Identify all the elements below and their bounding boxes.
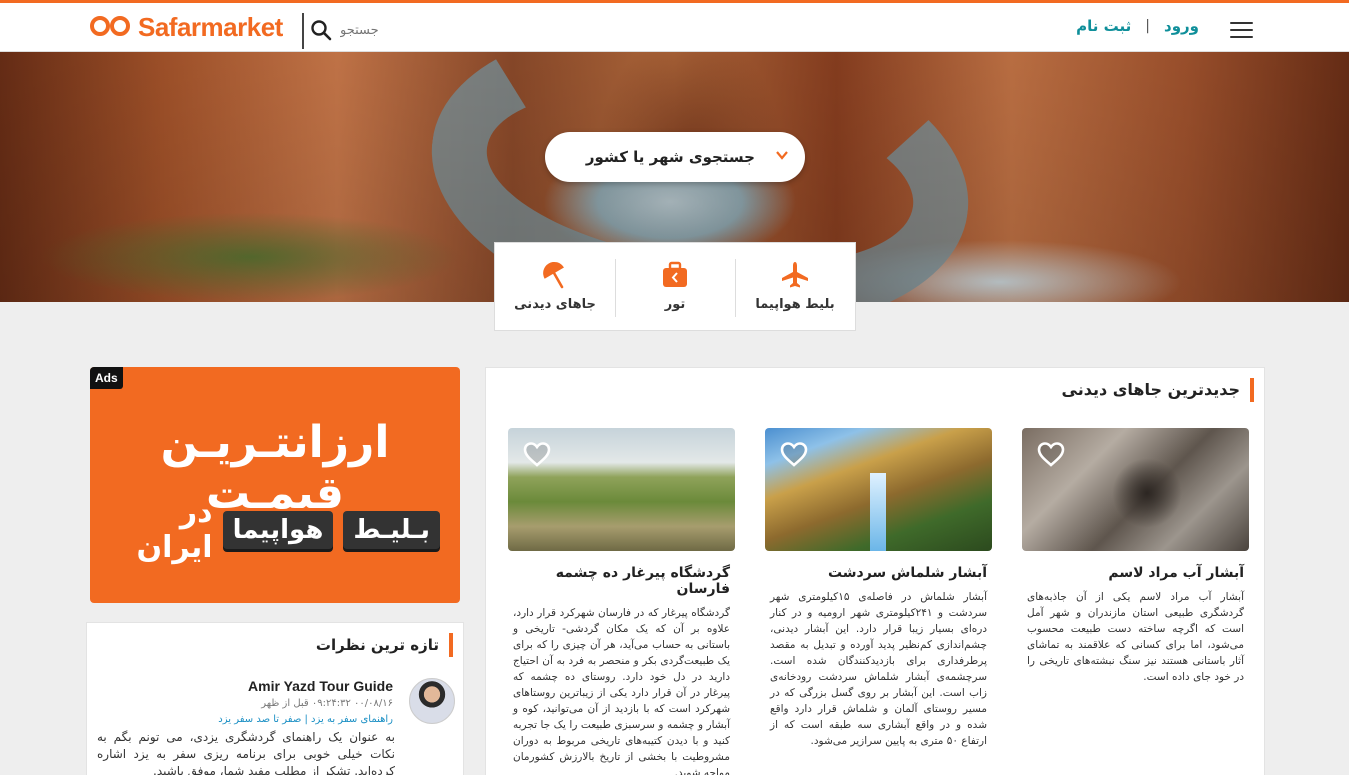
heart-icon[interactable]	[779, 440, 809, 468]
search-icon[interactable]	[310, 19, 332, 41]
places-title: جدیدترین جاهای دیدنی	[1062, 378, 1254, 402]
service-tour[interactable]: تور	[615, 243, 735, 330]
heart-icon[interactable]	[522, 440, 552, 468]
search-divider	[302, 13, 304, 49]
comments-title: تازه ترین نظرات	[316, 633, 453, 657]
ads-pill-ticket: بـلیـط	[343, 511, 440, 549]
latest-comments-panel: تازه ترین نظرات Amir Yazd Tour Guide ۰۰/…	[86, 622, 464, 775]
umbrella-icon	[540, 261, 570, 289]
service-flight-label: بلیط هواپیما	[755, 297, 835, 312]
ads-subline: بـلیـط هواپیما در ایران	[110, 495, 440, 565]
login-link[interactable]: ورود	[1164, 17, 1199, 35]
place-image[interactable]	[1022, 428, 1249, 551]
service-sights[interactable]: جاهای دیدنی	[495, 243, 615, 330]
place-title[interactable]: آبشار شلماش سردشت	[765, 565, 992, 581]
place-title[interactable]: آبشار آب مراد لاسم	[1022, 565, 1249, 581]
airplane-icon	[780, 261, 810, 289]
comment-time: ۰۰/۰۸/۱۶ ۰۹:۲۴:۳۲ قبل از ظهر	[261, 698, 393, 709]
place-image[interactable]	[765, 428, 992, 551]
safarmarket-logo[interactable]: Safarmarket	[90, 12, 283, 42]
place-title[interactable]: گردشگاه پیرغار ده چشمه فارسان	[508, 565, 735, 597]
auth-separator: |	[1145, 18, 1151, 34]
service-tour-label: تور	[664, 297, 686, 312]
ads-tag: Ads	[90, 367, 123, 389]
ads-tail-text: در ایران	[136, 495, 213, 565]
place-image[interactable]	[508, 428, 735, 551]
avatar[interactable]	[409, 678, 455, 724]
comment-text: به عنوان یک راهنمای گردشگری یزدی، می تون…	[97, 730, 395, 775]
latest-places-panel: جدیدترین جاهای دیدنی آبشار آب مراد لاسم …	[485, 367, 1265, 775]
ads-pill-airplane: هواپیما	[222, 511, 334, 549]
place-card[interactable]: آبشار شلماش سردشت آبشار شلماش در فاصله‌ی…	[765, 428, 992, 749]
place-card[interactable]: گردشگاه پیرغار ده چشمه فارسان گردشگاه پی…	[508, 428, 735, 775]
logo-icon	[90, 14, 134, 40]
comment-author[interactable]: Amir Yazd Tour Guide	[248, 678, 393, 694]
city-search-dropdown[interactable]: جستجوی شهر یا کشور	[545, 132, 805, 182]
place-card[interactable]: آبشار آب مراد لاسم آبشار آب مراد لاسم یک…	[1022, 428, 1249, 685]
chevron-down-icon	[775, 147, 789, 161]
service-flight[interactable]: بلیط هواپیما	[735, 243, 855, 330]
service-tabs: جاهای دیدنی تور بلیط هواپیما	[494, 242, 856, 331]
suitcase-icon	[660, 261, 690, 289]
ads-banner[interactable]: Ads ارزانتـریـن قیمـت بـلیـط هواپیما در …	[90, 367, 460, 603]
place-description: آبشار آب مراد لاسم یکی از آن جاذبه‌های گ…	[1027, 591, 1244, 683]
service-sights-label: جاهای دیدنی	[514, 297, 596, 312]
city-search-label: جستجوی شهر یا کشور	[585, 148, 755, 166]
hamburger-menu-icon[interactable]	[1230, 22, 1253, 38]
heart-icon[interactable]	[1036, 440, 1066, 468]
header-search-input[interactable]	[340, 15, 640, 45]
logo-text: Safarmarket	[138, 11, 283, 42]
place-description: آبشار شلماش در فاصله‌ی ۱۵کیلومتری شهر سر…	[770, 591, 988, 747]
comment-article-link[interactable]: راهنمای سفر به یزد | صفر تا صد سفر یزد	[218, 714, 393, 725]
top-navbar: Safarmarket ثبت نام | ورود	[0, 0, 1349, 52]
register-link[interactable]: ثبت نام	[1076, 17, 1131, 35]
auth-links: ثبت نام | ورود	[1076, 17, 1199, 35]
place-description: گردشگاه پیرغار که در فارسان شهرکرد قرار …	[513, 607, 730, 775]
